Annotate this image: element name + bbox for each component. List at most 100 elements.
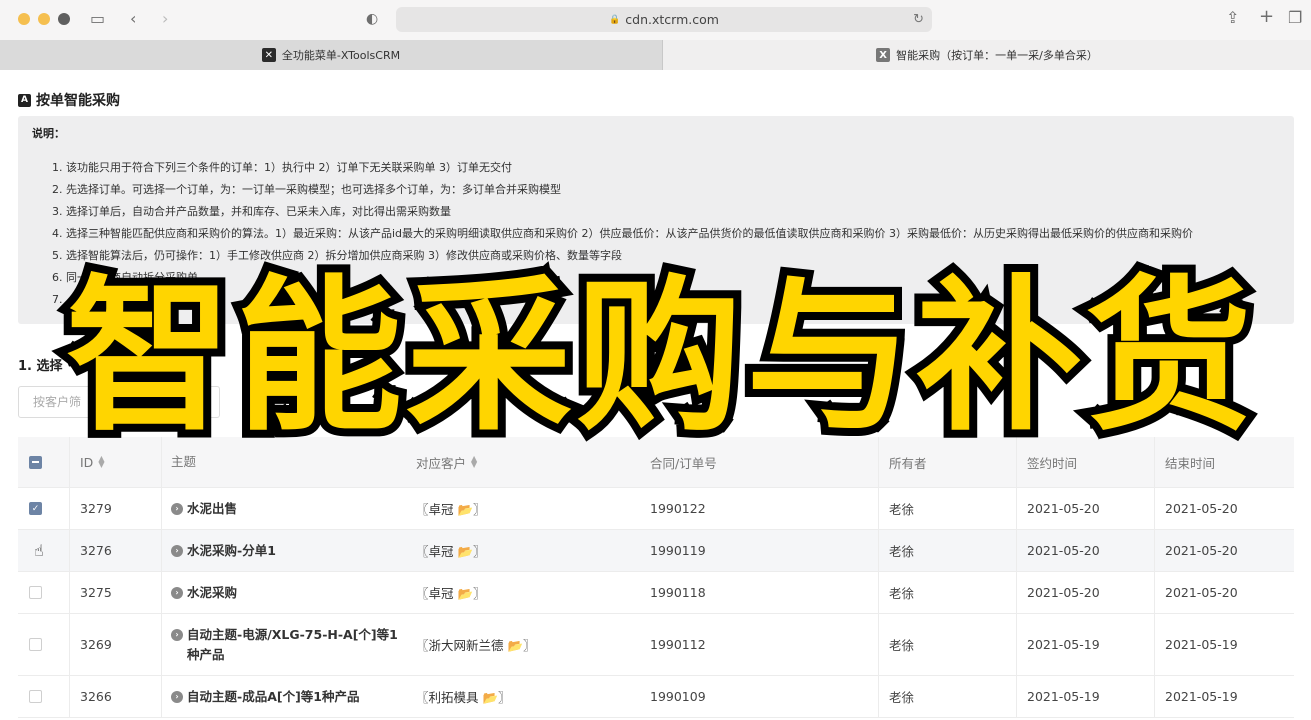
row-contract: 1990122 <box>650 501 706 516</box>
column-header-end-date: 结束时间 <box>1165 437 1215 487</box>
customer-filter-input[interactable] <box>19 387 219 417</box>
sidebar-toggle-icon[interactable]: ▭ <box>90 11 105 27</box>
row-checkbox[interactable]: ✓ <box>29 502 42 515</box>
reload-icon[interactable]: ↻ <box>913 12 924 27</box>
row-contract: 1990112 <box>650 637 706 652</box>
row-owner: 老徐 <box>889 502 915 517</box>
hand-pointer-icon: ☝ <box>34 541 44 560</box>
column-label: 签约时间 <box>1027 455 1078 471</box>
row-id: 3275 <box>80 585 112 600</box>
sort-icon[interactable]: ▲ ▼ <box>98 455 104 469</box>
tab-overview-icon[interactable]: ❐ <box>1288 10 1302 26</box>
row-end-date: 2021-05-20 <box>1165 585 1238 600</box>
table-header: ID ▲ ▼ 主题 对应客户 ▲ ▼ 合同/订单号 所有者 签约时间 结束时间 <box>18 437 1294 488</box>
instructions-list: 1. 该功能只用于符合下列三个条件的订单：1）执行中 2）订单下无关联采购单 3… <box>32 157 1280 311</box>
row-subject[interactable]: 水泥出售 <box>187 499 237 519</box>
share-icon[interactable]: ⇪ <box>1226 10 1239 26</box>
column-header-sign-date: 签约时间 <box>1027 437 1077 487</box>
table-row[interactable]: 3266 › 自动主题-成品A[个]等1种产品 〖利拓模具 📂〗 1990109 … <box>18 676 1294 718</box>
column-label: ID <box>80 454 94 470</box>
checkbox-indeterminate[interactable] <box>29 455 42 469</box>
back-icon[interactable]: ‹ <box>130 11 136 27</box>
column-header-id[interactable]: ID ▲ ▼ <box>80 437 104 487</box>
row-customer[interactable]: 〖卓冠 📂〗 <box>416 572 486 613</box>
instructions-panel: 说明： 1. 该功能只用于符合下列三个条件的订单：1）执行中 2）订单下无关联采… <box>18 116 1294 324</box>
lock-icon: 🔒 <box>609 14 621 25</box>
app-badge-icon: A <box>18 93 31 107</box>
browser-toolbar: ▭ ‹ › ◐ 🔒 cdn.xtcrm.com ↻ ⇪ + ❐ <box>0 0 1311 40</box>
column-header-customer[interactable]: 对应客户 ▲ ▼ <box>416 437 477 487</box>
arrow-right-circle-icon[interactable]: › <box>171 502 183 515</box>
instruction-item: 3. 选择订单后，自动合并产品数量，并和库存、已采未入库，对比得出需采购数量 <box>52 205 451 218</box>
arrow-right-circle-icon[interactable]: › <box>171 544 183 557</box>
row-subject[interactable]: 水泥采购 <box>187 583 237 603</box>
row-checkbox[interactable] <box>29 638 42 651</box>
row-sign-date: 2021-05-19 <box>1027 689 1100 704</box>
row-subject[interactable]: 自动主题-成品A[个]等1种产品 <box>187 687 360 707</box>
arrow-right-circle-icon[interactable]: › <box>171 586 183 599</box>
row-owner: 老徐 <box>889 586 915 601</box>
close-window-button[interactable] <box>18 13 30 25</box>
step-label: 1. 选择 <box>18 359 63 374</box>
row-id: 3276 <box>80 543 112 558</box>
row-owner: 老徐 <box>889 544 915 559</box>
row-customer[interactable]: 〖利拓模具 📂〗 <box>416 676 511 717</box>
page-title-text: 按单智能采购 <box>36 93 120 109</box>
arrow-right-circle-icon[interactable]: › <box>171 690 183 703</box>
row-subject[interactable]: 自动主题-电源/XLG-75-H-A[个]等1种产品 <box>187 625 409 665</box>
column-label: 所有者 <box>889 455 927 471</box>
customer-filter[interactable] <box>18 386 220 418</box>
instruction-item: 6. 同一供应商自动拆分采购单 <box>52 271 198 284</box>
row-checkbox[interactable] <box>29 690 42 703</box>
x-logo-icon: X <box>876 48 891 62</box>
url-text: cdn.xtcrm.com <box>625 12 719 27</box>
shield-icon[interactable]: ◐ <box>366 11 378 27</box>
forward-icon[interactable]: › <box>162 11 168 27</box>
tab-smart-purchase[interactable]: X 智能采购（按订单：一单一采/多单合采） <box>663 40 1311 70</box>
address-bar[interactable]: 🔒 cdn.xtcrm.com ↻ <box>396 7 932 32</box>
tab-bar: ✕ 全功能菜单-XToolsCRM X 智能采购（按订单：一单一采/多单合采） <box>0 40 1311 70</box>
instructions-heading: 说明： <box>32 127 65 140</box>
row-contract: 1990109 <box>650 689 706 704</box>
instruction-item: 7. <box>52 293 63 306</box>
orders-table: ID ▲ ▼ 主题 对应客户 ▲ ▼ 合同/订单号 所有者 签约时间 结束时间 ✓ 32… <box>18 437 1294 718</box>
instruction-item: 4. 选择三种智能匹配供应商和采购价的算法。1）最近采购：从该产品id最大的采购… <box>52 227 1194 240</box>
row-customer[interactable]: 〖浙大网新兰德 📂〗 <box>416 614 536 675</box>
row-owner: 老徐 <box>889 690 915 705</box>
tab-label: 全功能菜单-XToolsCRM <box>281 49 401 62</box>
table-row[interactable]: ✓ 3279 › 水泥出售 〖卓冠 📂〗 1990122 老徐 2021-05-2… <box>18 488 1294 530</box>
row-end-date: 2021-05-20 <box>1165 543 1238 558</box>
column-header-contract: 合同/订单号 <box>650 437 717 487</box>
column-header-subject: 主题 <box>171 437 196 487</box>
instruction-item: 5. 选择智能算法后，仍可操作：1）手工修改供应商 2）拆分增加供应商采购 3）… <box>52 249 622 262</box>
table-row[interactable]: 3276 › 水泥采购-分单1 〖卓冠 📂〗 1990119 老徐 2021-05… <box>18 530 1294 572</box>
tab-label: 智能采购（按订单：一单一采/多单合采） <box>896 49 1098 62</box>
new-tab-icon[interactable]: + <box>1259 8 1274 26</box>
tab-all-menu[interactable]: ✕ 全功能菜单-XToolsCRM <box>0 40 663 70</box>
column-label: 主题 <box>171 454 197 469</box>
row-subject[interactable]: 水泥采购-分单1 <box>187 541 276 561</box>
column-label: 对应客户 <box>416 455 467 471</box>
page-title: A 按单智能采购 <box>18 90 120 110</box>
arrow-right-circle-icon[interactable]: › <box>171 628 183 641</box>
zoom-window-button[interactable] <box>58 13 70 25</box>
row-customer[interactable]: 〖卓冠 📂〗 <box>416 488 486 529</box>
row-end-date: 2021-05-20 <box>1165 501 1238 516</box>
select-all-checkbox[interactable] <box>29 437 42 487</box>
row-customer[interactable]: 〖卓冠 📂〗 <box>416 530 486 571</box>
table-row[interactable]: 3269 › 自动主题-电源/XLG-75-H-A[个]等1种产品 〖浙大网新兰德… <box>18 614 1294 676</box>
sort-icon[interactable]: ▲ ▼ <box>471 455 477 469</box>
column-header-owner: 所有者 <box>889 437 927 487</box>
row-contract: 1990119 <box>650 543 706 558</box>
row-checkbox[interactable] <box>29 586 42 599</box>
row-sign-date: 2021-05-20 <box>1027 543 1100 558</box>
row-contract: 1990118 <box>650 585 706 600</box>
table-row[interactable]: 3275 › 水泥采购 〖卓冠 📂〗 1990118 老徐 2021-05-20 … <box>18 572 1294 614</box>
row-sign-date: 2021-05-20 <box>1027 585 1100 600</box>
window-controls <box>18 13 70 25</box>
row-id: 3266 <box>80 689 112 704</box>
row-id: 3279 <box>80 501 112 516</box>
row-end-date: 2021-05-19 <box>1165 637 1238 652</box>
row-end-date: 2021-05-19 <box>1165 689 1238 704</box>
minimize-window-button[interactable] <box>38 13 50 25</box>
